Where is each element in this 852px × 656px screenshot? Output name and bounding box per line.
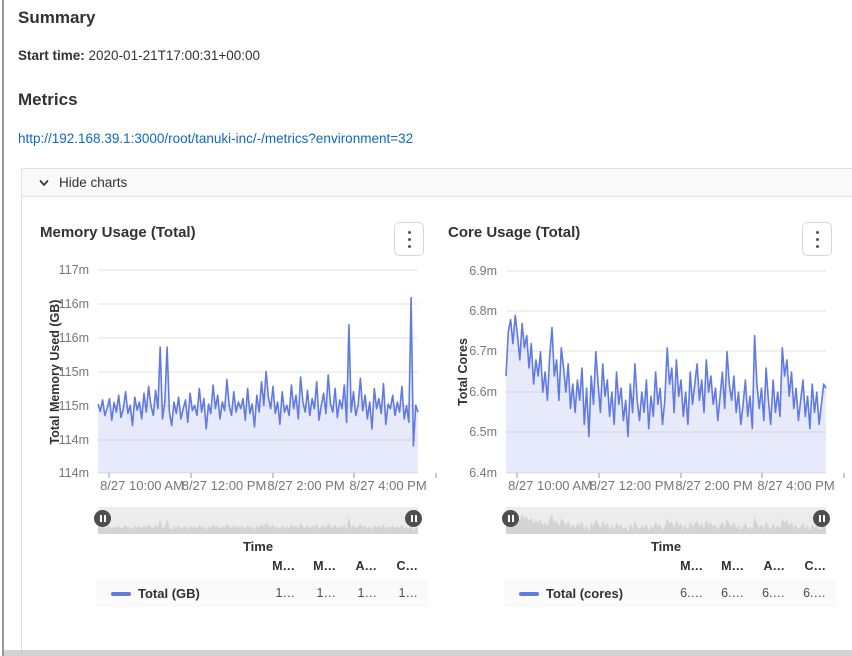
kebab-dot xyxy=(816,238,819,241)
legend-col-avg: A… xyxy=(748,559,789,573)
y-tick-label: 116m xyxy=(59,331,89,345)
legend-column-headers: M… M… A… C… xyxy=(666,559,830,573)
brush-handle-left[interactable] xyxy=(94,510,111,527)
chart-title: Core Usage (Total) xyxy=(448,224,580,241)
legend-col-current: C… xyxy=(381,559,422,573)
legend-series-row[interactable]: Total (GB) 1… 1… 1… 1… xyxy=(96,580,428,607)
start-time-label: Start time: xyxy=(18,48,85,63)
x-tick-label: 8/27 12:00 PM xyxy=(182,478,267,493)
legend-value: 6.… xyxy=(748,586,789,600)
y-tick-label: 114m xyxy=(59,466,89,480)
brush-handle-right[interactable] xyxy=(813,510,830,527)
series-swatch-icon xyxy=(519,592,539,596)
line-chart: 117m 116m 116m 115m 115m 114m 114m 8/27 10:00 A… xyxy=(40,256,436,500)
legend-column-headers: M… M… A… C… xyxy=(258,559,422,573)
legend-col-avg: A… xyxy=(340,559,381,573)
y-tick-label: 6.7m xyxy=(469,344,497,358)
x-tick-label: 8/27 10:00 AM xyxy=(508,478,592,493)
kebab-dot xyxy=(408,245,411,248)
legend-value: 1… xyxy=(381,586,422,600)
time-range-brush[interactable] xyxy=(98,507,418,534)
core-usage-chart-card: Core Usage (Total) Total Cores 6.9m6.8m6… xyxy=(448,216,838,608)
legend-time-label: Time xyxy=(506,539,826,554)
hide-charts-label: Hide charts xyxy=(59,175,127,190)
legend-col-current: C… xyxy=(789,559,830,573)
y-tick-label: 6.8m xyxy=(469,304,497,318)
series-area xyxy=(98,298,418,473)
series-name: Total (GB) xyxy=(138,586,200,601)
kebab-dot xyxy=(816,231,819,234)
legend-time-label: Time xyxy=(98,539,418,554)
kebab-dot xyxy=(408,238,411,241)
y-tick-label: 117m xyxy=(59,263,89,277)
brush-minimap xyxy=(98,507,418,534)
series-swatch-icon xyxy=(111,592,131,596)
series-name: Total (cores) xyxy=(546,586,623,601)
legend-value: 1… xyxy=(258,586,299,600)
legend-value: 6.… xyxy=(666,586,707,600)
legend-value: 6.… xyxy=(789,586,830,600)
y-tick-label: 6.6m xyxy=(469,385,497,399)
brush-minimap xyxy=(506,507,826,534)
chart-kebab-menu-button[interactable] xyxy=(394,222,424,256)
x-tick-label: 8/27 2:00 PM xyxy=(267,478,344,493)
summary-heading: Summary xyxy=(18,8,95,28)
legend-col-max: M… xyxy=(707,559,748,573)
y-tick-label: 116m xyxy=(59,297,89,311)
line-chart: 6.9m6.8m6.7m6.6m6.5m6.4m8/27 10:00 AM8/2… xyxy=(448,256,844,500)
x-tick-label: 8/27 4:00 PM xyxy=(757,478,834,493)
y-tick-label: 115m xyxy=(59,365,89,379)
horizontal-scrollbar[interactable] xyxy=(4,650,852,656)
memory-usage-chart-card: Memory Usage (Total) Total Memory Used (… xyxy=(40,216,430,608)
x-tick-label: 8/27 10:00 AM xyxy=(100,478,184,493)
brush-handle-right[interactable] xyxy=(405,510,422,527)
metrics-heading: Metrics xyxy=(18,90,78,110)
window-edge-divider xyxy=(2,0,4,656)
brush-handle-left[interactable] xyxy=(502,510,519,527)
hide-charts-toggle[interactable]: Hide charts xyxy=(22,169,852,197)
metrics-link[interactable]: http://192.168.39.1:3000/root/tanuki-inc… xyxy=(18,131,413,146)
legend-series-row[interactable]: Total (cores) 6.… 6.… 6.… 6.… xyxy=(504,580,836,607)
y-tick-label: 6.5m xyxy=(469,425,497,439)
start-time-value: 2020-01-21T17:00:31+00:00 xyxy=(89,48,261,63)
legend-col-min: M… xyxy=(258,559,299,573)
legend-values: 1… 1… 1… 1… xyxy=(258,586,422,600)
chart-kebab-menu-button[interactable] xyxy=(802,222,832,256)
time-range-brush[interactable] xyxy=(506,507,826,534)
x-tick-label: 8/27 2:00 PM xyxy=(675,478,752,493)
y-tick-label: 115m xyxy=(59,399,89,413)
start-time-line: Start time: 2020-01-21T17:00:31+00:00 xyxy=(18,48,260,63)
kebab-dot xyxy=(408,231,411,234)
legend-value: 1… xyxy=(299,586,340,600)
kebab-dot xyxy=(816,245,819,248)
legend-value: 6.… xyxy=(707,586,748,600)
legend-col-max: M… xyxy=(299,559,340,573)
x-tick-label: 8/27 4:00 PM xyxy=(349,478,426,493)
legend-col-min: M… xyxy=(666,559,707,573)
legend-values: 6.… 6.… 6.… 6.… xyxy=(666,586,830,600)
y-tick-label: 114m xyxy=(59,433,89,447)
chart-title: Memory Usage (Total) xyxy=(40,224,196,241)
chevron-down-icon xyxy=(38,177,50,189)
x-tick-label: 8/27 12:00 PM xyxy=(590,478,675,493)
legend-value: 1… xyxy=(340,586,381,600)
y-tick-label: 6.4m xyxy=(469,466,497,480)
y-tick-label: 6.9m xyxy=(469,264,497,278)
